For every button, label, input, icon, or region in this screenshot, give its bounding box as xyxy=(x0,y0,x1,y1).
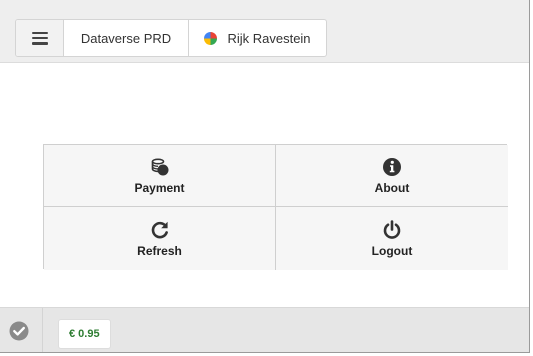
header-tabs: Dataverse PRD Rijk Ravestein xyxy=(15,19,327,57)
balance-badge[interactable]: € 0.95 xyxy=(58,319,111,349)
user-name: Rijk Ravestein xyxy=(227,30,311,46)
server-tab[interactable]: Dataverse PRD xyxy=(63,20,188,56)
footer-bar: € 0.95 xyxy=(0,307,529,352)
payment-button[interactable]: Payment xyxy=(44,145,276,207)
logout-label: Logout xyxy=(371,243,413,258)
balance-value: € 0.95 xyxy=(69,328,100,340)
power-icon xyxy=(383,219,401,239)
check-circle-icon[interactable] xyxy=(9,321,29,341)
logout-button[interactable]: Logout xyxy=(276,207,508,270)
coins-icon xyxy=(151,157,168,175)
menu-button[interactable] xyxy=(16,20,63,56)
user-tab[interactable]: Rijk Ravestein xyxy=(188,20,326,56)
about-button[interactable]: About xyxy=(276,145,508,207)
refresh-icon xyxy=(151,221,168,238)
pie-chart-icon xyxy=(204,31,218,45)
server-name: Dataverse PRD xyxy=(80,30,172,46)
action-menu: Payment About Refresh Logout xyxy=(43,144,508,270)
top-bar: Dataverse PRD Rijk Ravestein xyxy=(0,0,529,63)
app-window: Dataverse PRD Rijk Ravestein Payment Abo… xyxy=(0,0,530,353)
hamburger-menu-icon xyxy=(31,31,48,45)
footer-divider xyxy=(42,308,43,352)
info-icon xyxy=(383,157,401,176)
about-label: About xyxy=(374,180,410,195)
payment-label: Payment xyxy=(134,180,185,195)
refresh-button[interactable]: Refresh xyxy=(44,207,276,270)
main-content: Payment About Refresh Logout xyxy=(0,63,529,307)
refresh-label: Refresh xyxy=(137,243,182,258)
